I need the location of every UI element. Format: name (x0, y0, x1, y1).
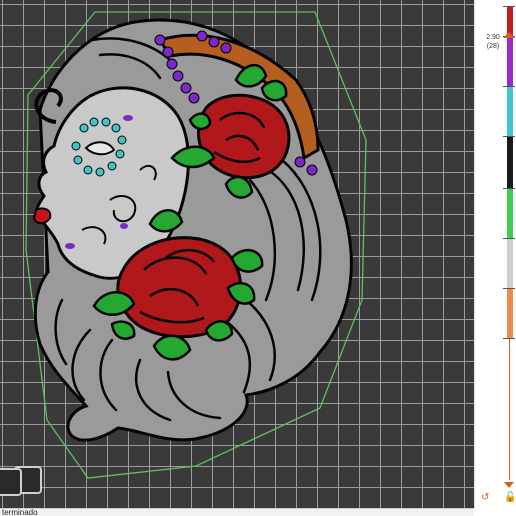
layer-color-segment (507, 36, 513, 86)
rose-top (197, 93, 291, 180)
layer-tick (503, 238, 515, 239)
view-toggle-button[interactable] (0, 462, 46, 504)
status-text: terminado (2, 508, 38, 516)
layer-color-segment (507, 188, 513, 238)
layer-slider[interactable]: 2.90 (28) ↺ 🔓 (474, 0, 516, 508)
layer-color-segment (507, 288, 513, 338)
3d-viewport[interactable] (0, 0, 474, 508)
top-handle[interactable] (503, 32, 515, 38)
eye (84, 141, 116, 156)
layer-tick (503, 188, 515, 189)
layer-tick (503, 136, 515, 137)
unlock-icon[interactable]: 🔓 (504, 492, 516, 503)
layer-height-value: 2.90 (486, 34, 500, 41)
layer-tick (503, 6, 515, 7)
layer-color-segment (507, 238, 513, 288)
layer-number: (28) (486, 43, 500, 50)
layer-color-segment (507, 136, 513, 188)
layer-track-remaining (509, 338, 510, 480)
layer-tick (503, 288, 515, 289)
cube-view-icon-back (0, 468, 22, 496)
layer-tick (503, 86, 515, 87)
layer-color-segment (507, 86, 513, 136)
status-bar: terminado (0, 508, 474, 516)
layer-tick (503, 338, 515, 339)
model-preview[interactable] (0, 0, 474, 508)
undo-icon[interactable]: ↺ (481, 492, 489, 503)
lips (32, 207, 52, 225)
bottom-handle[interactable] (504, 482, 514, 488)
